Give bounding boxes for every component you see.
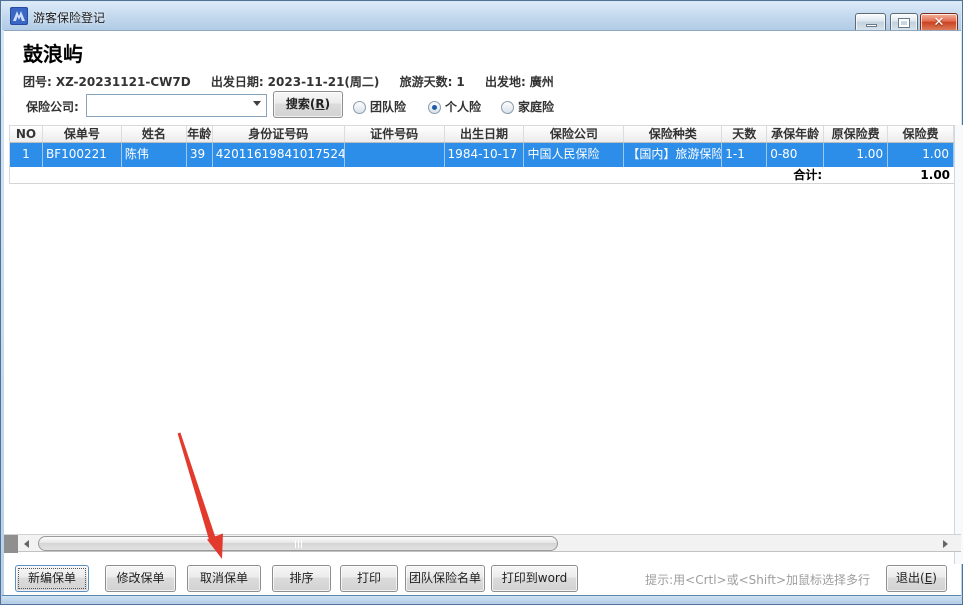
new-policy-button[interactable]: 新编保单 xyxy=(15,565,89,592)
radio-icon[interactable] xyxy=(501,101,514,114)
team-insurance-list-button[interactable]: 团队保险名单 xyxy=(405,565,485,592)
chevron-down-icon[interactable] xyxy=(253,101,261,106)
cell-cert-no[interactable] xyxy=(345,143,445,167)
tour-info-line: 团号:XZ-20231121-CW7D 出发日期:2023-11-21(周二) … xyxy=(23,73,570,90)
tour-name: 鼓浪屿 xyxy=(23,38,83,67)
dialog-content: 鼓浪屿 团号:XZ-20231121-CW7D 出发日期:2023-11-21(… xyxy=(4,30,961,597)
close-icon: ✕ xyxy=(921,15,957,30)
cell-company[interactable]: 中国人民保险 xyxy=(524,143,624,167)
exit-button[interactable]: 退出(E) xyxy=(886,565,947,592)
cell-age[interactable]: 39 xyxy=(187,143,213,167)
tour-days: 旅游天数:1 xyxy=(400,75,469,89)
cell-days[interactable]: 1-1 xyxy=(722,143,767,167)
depart-date: 出发日期:2023-11-21(周二) xyxy=(211,75,384,89)
radio-personal-insurance[interactable]: 个人险 xyxy=(428,96,481,112)
cell-fee[interactable]: 1.00 xyxy=(888,143,954,167)
cell-name[interactable]: 陈伟 xyxy=(122,143,187,167)
window-title: 游客保险登记 xyxy=(33,9,105,26)
radio-icon[interactable] xyxy=(428,101,441,114)
total-label: 合计: xyxy=(10,167,824,183)
policy-table: NO 保单号 姓名 年龄 身份证号码 证件号码 出生日期 保险公司 保险种类 天… xyxy=(9,125,955,184)
cell-original-fee[interactable]: 1.00 xyxy=(824,143,888,167)
search-row: 保险公司: 搜索(R) 团队险 个人险 家庭险 xyxy=(4,91,961,119)
scrollbar-grip xyxy=(295,540,302,548)
window-bottom-border xyxy=(2,595,961,603)
edit-policy-button[interactable]: 修改保单 xyxy=(105,565,176,592)
print-to-word-button[interactable]: 打印到word xyxy=(491,565,578,592)
total-value: 1.00 xyxy=(888,167,954,183)
scrollbar-thumb[interactable] xyxy=(38,536,558,551)
dialog-window: 游客保险登记 ✕ 鼓浪屿 团号:XZ-20231121-CW7D 出发日期:20… xyxy=(0,0,963,605)
table-total-row: 合计: 1.00 xyxy=(10,167,954,184)
table-row[interactable]: 1 BF100221 陈伟 39 420116198410175243 1984… xyxy=(10,143,954,167)
cell-no[interactable]: 1 xyxy=(10,143,43,167)
cancel-policy-button[interactable]: 取消保单 xyxy=(187,565,261,592)
maximize-icon xyxy=(899,19,909,27)
insurance-company-label: 保险公司: xyxy=(26,98,79,115)
app-icon xyxy=(10,7,28,25)
radio-icon[interactable] xyxy=(353,101,366,114)
sort-button[interactable]: 排序 xyxy=(272,565,331,592)
table-header[interactable]: NO 保单号 姓名 年龄 身份证号码 证件号码 出生日期 保险公司 保险种类 天… xyxy=(10,125,954,143)
cell-id-number[interactable]: 420116198410175243 xyxy=(213,143,345,167)
insurance-company-select[interactable] xyxy=(86,94,267,117)
radio-family-insurance[interactable]: 家庭险 xyxy=(501,96,554,112)
cell-age-range[interactable]: 0-80 xyxy=(767,143,824,167)
cell-policy-no[interactable]: BF100221 xyxy=(43,143,122,167)
radio-group-insurance[interactable]: 团队险 xyxy=(353,96,406,112)
title-bar[interactable]: 游客保险登记 ✕ xyxy=(2,2,961,30)
cell-birth-date[interactable]: 1984-10-17 xyxy=(445,143,525,167)
cell-category[interactable]: 【国内】旅游保险 xyxy=(624,143,722,167)
minimize-icon xyxy=(866,24,877,27)
group-number: 团号:XZ-20231121-CW7D xyxy=(23,75,195,89)
print-button[interactable]: 打印 xyxy=(340,565,398,592)
vertical-scrollbar[interactable] xyxy=(954,125,963,564)
multi-select-hint: 提示:用<Crtl>或<Shift>加鼠标选择多行 xyxy=(604,571,870,588)
scrollbar-corner xyxy=(4,535,18,553)
scroll-left-icon[interactable] xyxy=(24,540,29,548)
scroll-right-icon[interactable] xyxy=(943,540,948,548)
depart-place: 出发地:廣州 xyxy=(485,75,554,89)
search-button[interactable]: 搜索(R) xyxy=(273,91,343,118)
horizontal-scrollbar[interactable] xyxy=(4,534,961,552)
